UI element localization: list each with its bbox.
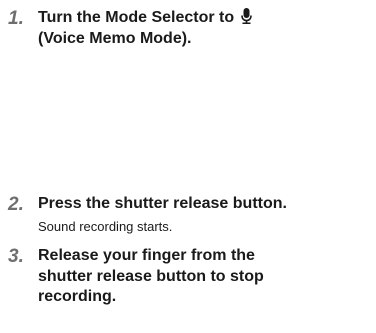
step-1-title: Turn the Mode Selector to (Voice Memo Mo… [38,8,374,49]
step-2: 2. Press the shutter release button. Sou… [0,194,376,244]
microphone-icon [240,8,252,24]
step-3-number: 3. [8,246,24,267]
step-3-title: Release your finger from the shutter rel… [38,246,374,308]
step-3: 3. Release your finger from the shutter … [0,246,376,326]
step-1: 1. Turn the Mode Selector to (Voice Memo… [0,8,376,58]
step-3-title-line2: shutter release button to stop [38,267,264,285]
step-2-description: Sound recording starts. [38,219,173,234]
step-1-number: 1. [8,8,24,29]
step-1-title-line2: (Voice Memo Mode). [38,29,192,47]
step-2-number: 2. [8,194,24,215]
step-3-title-line1: Release your finger from the [38,247,255,264]
step-3-title-line3: recording. [38,288,117,305]
step-1-title-text: Turn the Mode Selector to [38,9,239,26]
step-2-title: Press the shutter release button. [38,195,287,212]
